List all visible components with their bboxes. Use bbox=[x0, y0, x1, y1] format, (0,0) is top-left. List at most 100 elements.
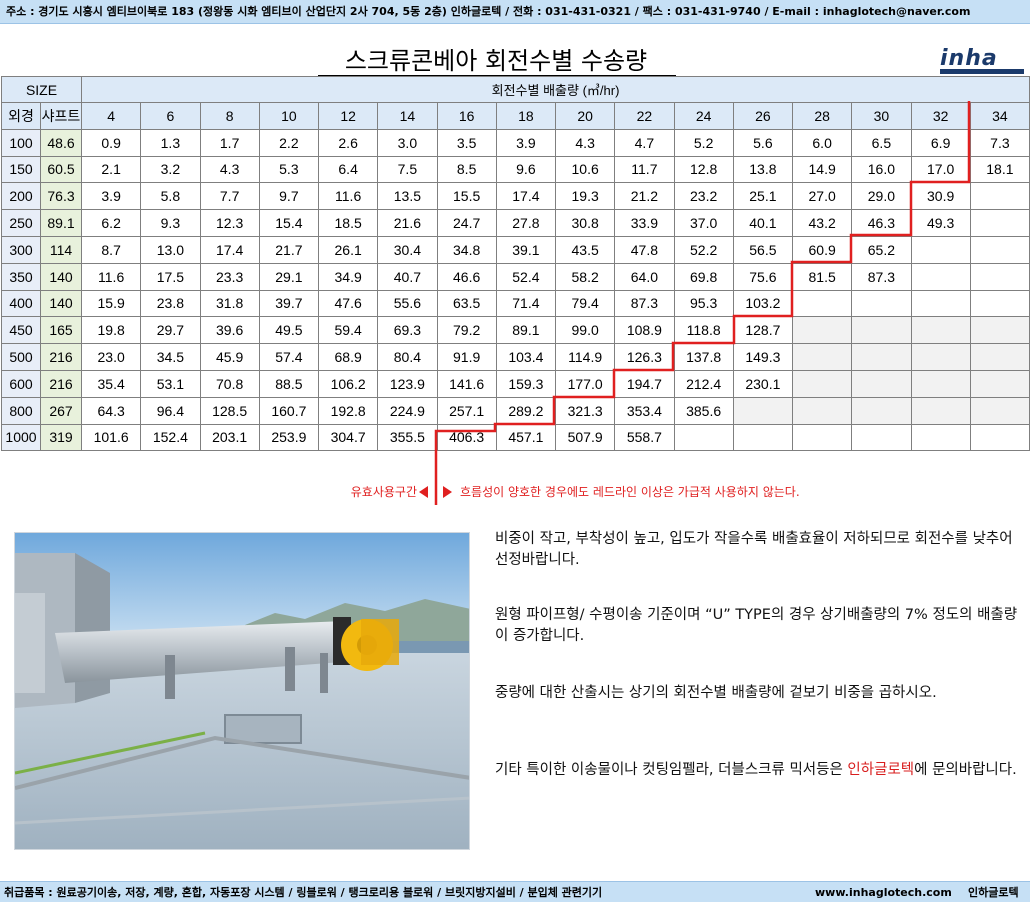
cell-diameter: 250 bbox=[1, 209, 41, 237]
cell-capacity: 52.2 bbox=[673, 235, 734, 264]
cell-capacity bbox=[851, 343, 912, 371]
table-row: 250 89.1 6.2 9.3 12.3 15.4 18.5 21.6 24.7 27.8 30.… bbox=[1, 209, 1030, 237]
cell-capacity bbox=[969, 423, 1030, 452]
cell-capacity: 128.7 bbox=[732, 316, 794, 345]
cell-capacity: 46.6 bbox=[436, 262, 497, 291]
cell-capacity: 11.6 bbox=[317, 182, 379, 211]
cell-capacity bbox=[910, 262, 971, 291]
cell-capacity: 9.3 bbox=[140, 209, 201, 237]
cell-capacity: 91.9 bbox=[436, 343, 497, 371]
cell-capacity: 99.0 bbox=[554, 316, 616, 345]
cell-capacity: 87.3 bbox=[851, 262, 912, 291]
company-logo: inha bbox=[940, 46, 1026, 74]
note-u-type: 원형 파이프형/ 수평이송 기준이며 “U” TYPE의 경우 상기배출량의 7… bbox=[495, 607, 1018, 644]
cell-capacity bbox=[910, 316, 971, 345]
cell-diameter: 1000 bbox=[1, 423, 41, 452]
rpm-header-32: 32 bbox=[910, 102, 971, 130]
cell-capacity: 34.9 bbox=[317, 262, 379, 291]
cell-capacity: 141.6 bbox=[436, 369, 497, 398]
cell-capacity: 152.4 bbox=[140, 423, 201, 452]
cell-capacity: 43.5 bbox=[554, 235, 616, 264]
table-body: 100 48.6 0.9 1.3 1.7 2.2 2.6 3.0 3.5 3.9 4.3 4.7 5.2… bbox=[1, 128, 1030, 452]
legend-warning: 흐름성이 양호한 경우에도 레드라인 이상은 가급적 사용하지 않는다. bbox=[460, 485, 800, 499]
rpm-header-14: 14 bbox=[377, 102, 438, 130]
cell-capacity: 353.4 bbox=[614, 396, 675, 425]
rpm-header-34: 34 bbox=[969, 102, 1030, 130]
cell-capacity: 95.3 bbox=[673, 289, 734, 318]
cell-capacity bbox=[910, 423, 971, 452]
cell-capacity: 17.5 bbox=[140, 262, 201, 291]
cell-capacity: 23.3 bbox=[199, 262, 260, 291]
cell-capacity: 27.8 bbox=[495, 209, 557, 237]
cell-diameter: 500 bbox=[1, 343, 41, 371]
cell-capacity bbox=[673, 423, 734, 452]
cell-capacity: 13.0 bbox=[140, 235, 201, 264]
cell-capacity: 39.7 bbox=[258, 289, 320, 318]
logo-text: inha bbox=[940, 46, 998, 71]
cell-capacity: 30.4 bbox=[377, 235, 438, 264]
cell-capacity: 52.4 bbox=[495, 262, 557, 291]
cell-diameter: 450 bbox=[1, 316, 41, 345]
cell-diameter: 600 bbox=[1, 369, 41, 398]
table-row: 200 76.3 3.9 5.8 7.7 9.7 11.6 13.5 15.5 17.4 19.3 2… bbox=[1, 182, 1030, 211]
cell-capacity: 88.5 bbox=[258, 369, 320, 398]
cell-capacity: 1.7 bbox=[199, 128, 260, 157]
cell-diameter: 400 bbox=[1, 289, 41, 318]
rpm-header-20: 20 bbox=[554, 102, 616, 130]
cell-capacity: 230.1 bbox=[732, 369, 794, 398]
cell-capacity: 103.4 bbox=[495, 343, 557, 371]
cell-capacity: 108.9 bbox=[614, 316, 675, 345]
cell-capacity: 89.1 bbox=[495, 316, 557, 345]
cell-capacity: 40.7 bbox=[377, 262, 438, 291]
cell-capacity: 55.6 bbox=[377, 289, 438, 318]
cell-capacity: 63.5 bbox=[436, 289, 497, 318]
cell-capacity: 355.5 bbox=[377, 423, 438, 452]
cell-capacity: 4.7 bbox=[614, 128, 675, 157]
cell-capacity: 304.7 bbox=[317, 423, 379, 452]
note-contact-brand: 인하글로텍 bbox=[847, 762, 915, 778]
cell-capacity bbox=[791, 396, 853, 425]
table-row: 300 114 8.7 13.0 17.4 21.7 26.1 30.4 34.8 39.1 43.… bbox=[1, 235, 1030, 264]
cell-capacity: 0.9 bbox=[80, 128, 142, 157]
cell-capacity bbox=[969, 369, 1030, 398]
cell-capacity: 43.2 bbox=[791, 209, 853, 237]
cell-shaft: 76.3 bbox=[40, 182, 82, 211]
cell-capacity: 12.8 bbox=[673, 155, 734, 184]
cell-capacity: 70.8 bbox=[199, 369, 260, 398]
cell-shaft: 140 bbox=[40, 262, 82, 291]
cell-capacity: 2.2 bbox=[258, 128, 320, 157]
cell-capacity: 9.6 bbox=[495, 155, 557, 184]
cell-capacity: 23.8 bbox=[140, 289, 201, 318]
rpm-caption: 회전수별 배출량 (㎥/hr) bbox=[80, 76, 1030, 103]
cell-capacity: 57.4 bbox=[258, 343, 320, 371]
footer-products: 취급품목 : 원료공기이송, 저장, 계량, 혼합, 자동포장 시스템 / 링블… bbox=[4, 886, 603, 899]
cell-capacity: 69.8 bbox=[673, 262, 734, 291]
cell-capacity: 21.7 bbox=[258, 235, 320, 264]
footer-website-link[interactable]: www.inhaglotech.com bbox=[815, 882, 952, 902]
cell-capacity bbox=[791, 369, 853, 398]
cell-capacity bbox=[910, 396, 971, 425]
cell-capacity: 101.6 bbox=[80, 423, 142, 452]
cell-capacity: 45.9 bbox=[199, 343, 260, 371]
cell-capacity: 30.8 bbox=[554, 209, 616, 237]
cell-capacity: 13.5 bbox=[377, 182, 438, 211]
cell-capacity bbox=[910, 369, 971, 398]
cell-capacity: 46.3 bbox=[851, 209, 912, 237]
cell-capacity bbox=[969, 316, 1030, 345]
note-contact-suffix: 에 문의바랍니다. bbox=[914, 762, 1017, 778]
cell-capacity: 5.2 bbox=[673, 128, 734, 157]
cell-diameter: 150 bbox=[1, 155, 41, 184]
cell-capacity: 71.4 bbox=[495, 289, 557, 318]
cell-capacity: 5.8 bbox=[140, 182, 201, 211]
cell-capacity bbox=[791, 289, 853, 318]
rpm-header-30: 30 bbox=[851, 102, 912, 130]
table-row: 1000 319 101.6 152.4 203.1 253.9 304.7 355.5 406… bbox=[1, 423, 1030, 452]
cell-capacity: 137.8 bbox=[673, 343, 734, 371]
cell-capacity bbox=[791, 343, 853, 371]
cell-diameter: 800 bbox=[1, 396, 41, 425]
note-contact: 기타 특이한 이송물이나 컷팅임펠라, 더블스크류 믹서등은 인하글로텍에 문의… bbox=[495, 760, 1025, 781]
rpm-header-8: 8 bbox=[199, 102, 260, 130]
cell-capacity: 34.5 bbox=[140, 343, 201, 371]
cell-capacity: 7.7 bbox=[199, 182, 260, 211]
rpm-header-28: 28 bbox=[791, 102, 853, 130]
